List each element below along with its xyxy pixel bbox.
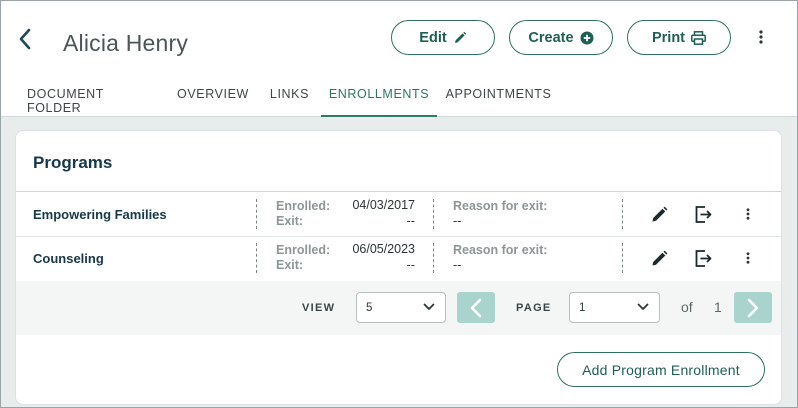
enrolled-date: 04/03/2017	[352, 198, 415, 212]
pencil-icon	[652, 250, 667, 265]
table-row: Empowering Families Enrolled: Exit: 04/0…	[16, 192, 781, 236]
next-page-button[interactable]	[734, 292, 772, 323]
chevron-left-icon	[19, 28, 31, 50]
exit-icon	[695, 249, 712, 267]
tab-document-folder[interactable]: DOCUMENT FOLDER	[27, 78, 160, 116]
chevron-right-icon	[747, 298, 759, 317]
add-program-enrollment-button[interactable]: Add Program Enrollment	[557, 352, 765, 387]
pagination-bar: VIEW 5 PAGE 1 of 1	[16, 281, 781, 335]
kebab-icon	[746, 208, 750, 220]
kebab-icon	[759, 30, 763, 44]
row-more-button[interactable]	[737, 247, 759, 269]
of-label: of	[681, 299, 693, 315]
back-button[interactable]	[14, 26, 36, 52]
tab-bar: DOCUMENT FOLDER OVERVIEW LINKS ENROLLMEN…	[0, 78, 798, 117]
total-pages: 1	[714, 299, 722, 315]
reason-value: --	[453, 214, 462, 228]
create-button[interactable]: Create	[509, 20, 613, 55]
page-label: PAGE	[516, 302, 552, 314]
exit-enrollment-button[interactable]	[693, 247, 715, 269]
chevron-left-icon	[470, 298, 482, 317]
pencil-icon	[652, 206, 667, 221]
exit-label: Exit:	[276, 214, 304, 228]
pencil-icon	[454, 31, 466, 43]
edit-button-label: Edit	[419, 29, 447, 46]
divider	[256, 199, 257, 229]
enrolled-date: 06/05/2023	[352, 242, 415, 256]
enrolled-label: Enrolled:	[276, 243, 331, 257]
chevron-down-icon	[637, 303, 649, 310]
program-name[interactable]: Empowering Families	[33, 207, 167, 222]
divider	[433, 243, 434, 273]
divider	[256, 243, 257, 273]
edit-enrollment-button[interactable]	[648, 203, 670, 225]
page-title: Alicia Henry	[63, 30, 189, 56]
more-options-button[interactable]	[754, 27, 768, 47]
print-button[interactable]: Print	[627, 20, 731, 55]
divider	[433, 199, 434, 229]
exit-icon	[695, 205, 712, 223]
printer-icon	[691, 30, 706, 45]
chevron-down-icon	[423, 303, 435, 310]
program-name[interactable]: Counseling	[33, 251, 104, 266]
view-select[interactable]: 5	[356, 292, 446, 323]
programs-title: Programs	[33, 153, 113, 172]
table-row: Counseling Enrolled: Exit: 06/05/2023 --…	[16, 236, 781, 280]
tab-links[interactable]: LINKS	[266, 78, 313, 116]
prev-page-button[interactable]	[457, 292, 495, 323]
exit-label: Exit:	[276, 258, 304, 272]
enrolled-label: Enrolled:	[276, 199, 331, 213]
tab-overview[interactable]: OVERVIEW	[175, 78, 251, 116]
row-more-button[interactable]	[737, 203, 759, 225]
exit-date: --	[406, 258, 415, 272]
page-select[interactable]: 1	[569, 292, 660, 323]
programs-card: Programs Empowering Families Enrolled: E…	[15, 130, 782, 405]
edit-button[interactable]: Edit	[391, 20, 495, 55]
edit-enrollment-button[interactable]	[648, 247, 670, 269]
profile-header: Alicia Henry Edit Create Print DOCUMENT …	[0, 0, 798, 117]
plus-circle-icon	[580, 31, 594, 44]
kebab-icon	[746, 252, 750, 264]
divider	[622, 243, 623, 273]
reason-label: Reason for exit:	[453, 243, 548, 257]
tab-enrollments[interactable]: ENROLLMENTS	[321, 78, 437, 117]
reason-label: Reason for exit:	[453, 199, 548, 213]
page-select-value: 1	[579, 301, 586, 314]
exit-date: --	[406, 214, 415, 228]
tab-appointments[interactable]: APPOINTMENTS	[445, 78, 552, 116]
reason-value: --	[453, 258, 462, 272]
view-label: VIEW	[302, 302, 336, 314]
divider	[622, 199, 623, 229]
exit-enrollment-button[interactable]	[693, 203, 715, 225]
create-button-label: Create	[528, 29, 574, 46]
print-button-label: Print	[651, 29, 686, 46]
view-select-value: 5	[366, 301, 373, 314]
